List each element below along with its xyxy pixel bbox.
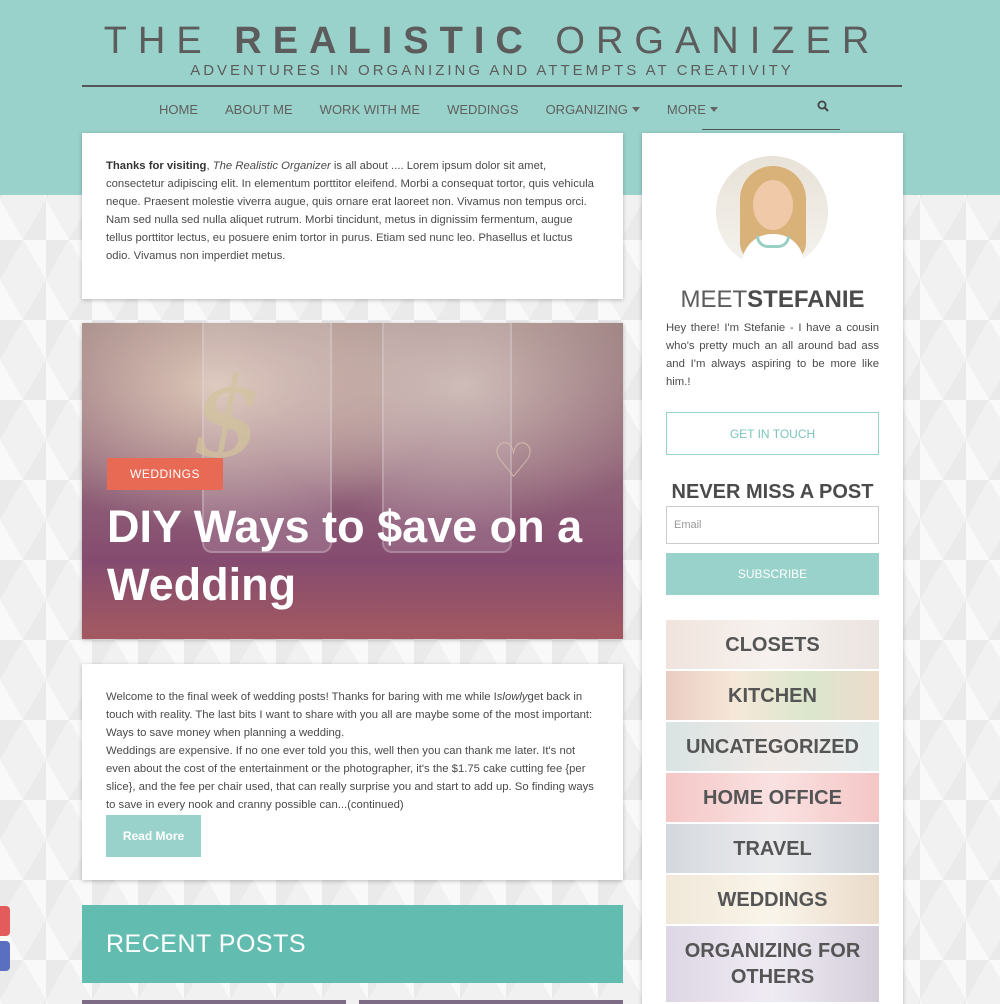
excerpt-italic: slowly [496, 691, 528, 703]
intro-text: is all about .... Lorem ipsum dolor sit … [106, 160, 594, 262]
meet-name: STEFANIE [747, 286, 865, 313]
read-more-button[interactable]: Read More [106, 815, 201, 857]
intro-site-name: The Realistic Organizer [212, 160, 331, 172]
nav-label: ABOUT ME [225, 102, 293, 117]
meet-heading: MEETSTEFANIE [642, 286, 903, 314]
intro-card: Thanks for visiting, The Realistic Organ… [82, 133, 623, 299]
category-label: ORGANIZING FOR OTHERS [684, 940, 861, 988]
header-divider [82, 85, 902, 87]
nav-label: ORGANIZING [545, 102, 628, 117]
search-icon[interactable] [817, 100, 829, 112]
site-tagline: ADVENTURES IN ORGANIZING AND ATTEMPTS AT… [190, 62, 794, 79]
site-title-organizer: ORGANIZER [555, 20, 881, 62]
site-title[interactable]: THE REALISTIC ORGANIZER [82, 20, 902, 62]
nav-item-home[interactable]: HOME [159, 102, 198, 117]
category-label: WEDDINGS [717, 888, 828, 911]
author-bio: Hey there! I'm Stefanie - I have a cousi… [666, 322, 879, 388]
subscribe-button[interactable]: SUBSCRIBE [666, 553, 879, 595]
category-badge[interactable]: WEDDINGS [107, 458, 223, 490]
category-label: KITCHEN [728, 684, 817, 707]
post-excerpt-card: Welcome to the final week of wedding pos… [82, 664, 623, 880]
featured-post-title[interactable]: DIY Ways to $ave on a Wedding [107, 498, 607, 614]
nav-item-weddings[interactable]: WEDDINGS [447, 102, 519, 117]
nav-label: MORE [666, 102, 706, 117]
recent-post-thumbnail[interactable] [359, 1000, 623, 1004]
category-organizing-for-others[interactable]: ORGANIZING FOR OTHERS [666, 926, 879, 1002]
nav-label: WORK WITH ME [319, 102, 421, 117]
excerpt-text: Welcome to the final week of wedding pos… [106, 691, 497, 703]
get-in-touch-button[interactable]: GET IN TOUCH [666, 412, 879, 455]
excerpt-paragraph-1: Welcome to the final week of wedding pos… [106, 688, 599, 742]
email-field[interactable] [666, 506, 879, 544]
category-label: HOME OFFICE [703, 786, 842, 809]
category-home-office[interactable]: HOME OFFICE [666, 773, 879, 822]
featured-post[interactable]: $ ♡ WEDDINGS DIY Ways to $ave on a Weddi… [82, 323, 623, 639]
category-closets[interactable]: CLOSETS [666, 620, 879, 669]
category-label: CLOSETS [725, 633, 820, 656]
main-nav: HOME ABOUT ME WORK WITH ME WEDDINGS ORGA… [159, 102, 745, 117]
caret-down-icon [631, 107, 640, 112]
avatar [716, 156, 828, 268]
nav-label: WEDDINGS [447, 102, 519, 117]
category-label: TRAVEL [733, 837, 812, 860]
pinterest-share-icon[interactable] [0, 906, 10, 936]
category-travel[interactable]: TRAVEL [666, 824, 879, 873]
category-uncategorized[interactable]: UNCATEGORIZED [666, 722, 879, 771]
category-kitchen[interactable]: KITCHEN [666, 671, 879, 720]
nav-item-work-with-me[interactable]: WORK WITH ME [320, 102, 420, 117]
site-title-realistic: REALISTIC [234, 20, 534, 62]
excerpt-paragraph-2: Weddings are expensive. If no one ever t… [106, 745, 594, 811]
facebook-share-icon[interactable] [0, 941, 10, 971]
newsletter-heading: NEVER MISS A POST [671, 481, 874, 503]
recent-post-thumbnail[interactable] [82, 1000, 346, 1004]
search-field[interactable] [702, 96, 840, 130]
meet-light: MEET [680, 286, 748, 313]
category-weddings[interactable]: WEDDINGS [666, 875, 879, 924]
category-label: UNCATEGORIZED [686, 735, 859, 758]
recent-posts-heading: RECENT POSTS [82, 905, 623, 983]
nav-item-organizing[interactable]: ORGANIZING [546, 102, 640, 117]
nav-item-about-me[interactable]: ABOUT ME [225, 102, 293, 117]
sidebar: MEETSTEFANIE Hey there! I'm Stefanie - I… [642, 133, 903, 1004]
intro-bold: Thanks for visiting [106, 160, 207, 172]
site-title-the: THE [103, 20, 213, 62]
nav-label: HOME [159, 102, 198, 117]
